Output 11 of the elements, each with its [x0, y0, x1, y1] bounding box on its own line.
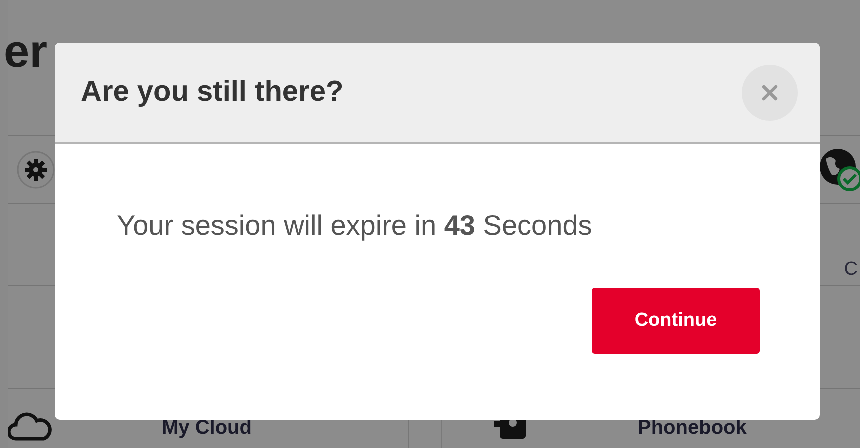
side-label: C	[844, 258, 858, 280]
globe-check-icon[interactable]	[818, 146, 860, 192]
continue-button[interactable]: Continue	[592, 288, 760, 354]
session-message: Your session will expire in 43 Seconds	[117, 210, 594, 242]
page-heading: er	[4, 28, 48, 74]
tile-label[interactable]: My Cloud	[162, 417, 252, 440]
close-icon	[762, 84, 778, 100]
gear-icon[interactable]	[16, 150, 56, 190]
tile-label[interactable]: Phonebook	[638, 417, 747, 440]
cloud-icon	[8, 411, 52, 441]
dialog-title: Are you still there?	[81, 76, 344, 109]
